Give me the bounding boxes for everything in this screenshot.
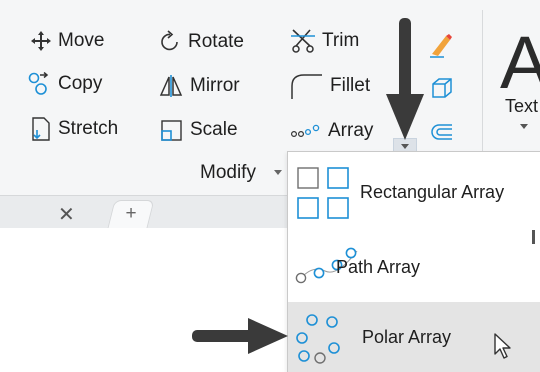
panel-expand-icon	[274, 170, 282, 175]
move-label: Move	[58, 30, 105, 51]
array-dropdown-menu: Rectangular Array Path Array Polar Array	[287, 151, 540, 372]
mirror-button[interactable]: Mirror	[158, 74, 240, 98]
move-button[interactable]: Move	[30, 30, 104, 52]
polar-array-item[interactable]: Polar Array	[288, 302, 540, 372]
rotate-button[interactable]: Rotate	[158, 30, 244, 54]
array-button[interactable]: Array	[290, 120, 373, 142]
stretch-label: Stretch	[58, 118, 119, 139]
stretch-icon	[32, 117, 50, 141]
text-panel-glyph[interactable]: A	[500, 20, 540, 105]
plus-icon: +	[125, 203, 137, 224]
right-arrow-annotation-icon	[192, 318, 288, 354]
modify-panel-title[interactable]: Modify	[200, 162, 256, 184]
scale-icon	[161, 120, 182, 141]
mirror-icon	[159, 75, 183, 97]
rectangular-array-icon	[297, 167, 349, 219]
mirror-label: Mirror	[190, 75, 240, 96]
erase-icon[interactable]	[428, 32, 454, 58]
copy-icon	[28, 72, 49, 95]
path-array-item[interactable]: Path Array	[288, 231, 540, 301]
solid-box-icon[interactable]	[430, 76, 454, 100]
rectangular-array-label: Rectangular Array	[360, 182, 505, 202]
offset-icon[interactable]	[430, 122, 454, 142]
copy-label: Copy	[58, 73, 103, 94]
fillet-button[interactable]: Fillet	[288, 72, 370, 100]
polar-array-icon	[296, 314, 340, 364]
rectangular-array-item[interactable]: Rectangular Array	[288, 156, 540, 226]
polar-array-label: Polar Array	[362, 327, 452, 347]
stretch-button[interactable]: Stretch	[30, 116, 118, 142]
move-icon	[31, 31, 51, 51]
rotate-icon	[161, 30, 178, 51]
fillet-label: Fillet	[330, 75, 371, 96]
down-arrow-annotation-icon	[386, 18, 424, 140]
fillet-icon	[291, 74, 322, 99]
copy-button[interactable]: Copy	[28, 72, 102, 96]
new-tab-button[interactable]: +	[107, 200, 155, 228]
trim-icon	[291, 29, 315, 53]
array-label: Array	[328, 120, 374, 141]
array-icon	[290, 124, 320, 138]
scale-label: Scale	[190, 119, 238, 140]
close-tab-icon[interactable]: ✕	[58, 202, 75, 227]
path-array-label: Path Array	[336, 257, 421, 277]
text-panel-caret-icon	[520, 124, 528, 129]
scale-button[interactable]: Scale	[160, 118, 238, 142]
text-panel-label[interactable]: Text	[505, 96, 538, 117]
trim-button[interactable]: Trim	[290, 28, 359, 54]
scroll-indicator	[532, 230, 535, 244]
trim-label: Trim	[322, 30, 360, 51]
rotate-label: Rotate	[188, 31, 244, 52]
mouse-cursor-icon	[494, 333, 511, 359]
